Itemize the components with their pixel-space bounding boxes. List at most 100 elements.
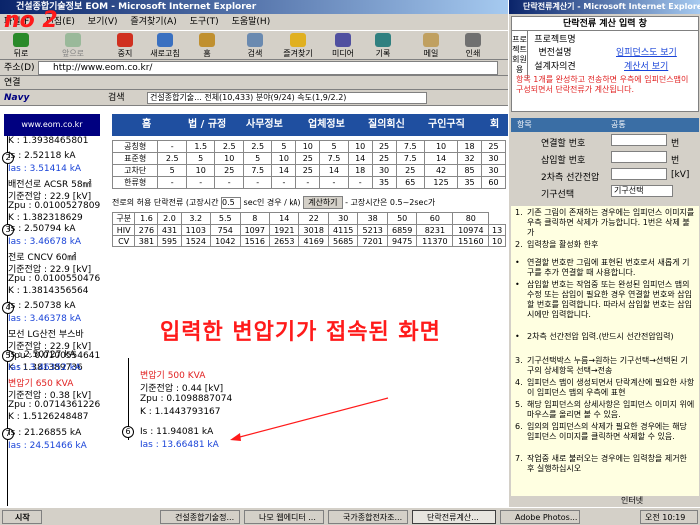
site-logo[interactable]: www.eom.co.kr — [4, 114, 100, 136]
breaker-table-cell: 10 — [295, 140, 321, 153]
favorites-button[interactable]: 즐겨찾기 — [276, 33, 320, 59]
ias-value: Ias : 3.51414 kA — [8, 164, 82, 174]
col-common: 공통 — [611, 120, 626, 129]
nav-more[interactable]: 회 — [490, 114, 499, 136]
task-item-photoshop[interactable]: Adobe Photos... — [500, 510, 580, 524]
fault-time-input[interactable]: 0.5 — [220, 196, 241, 209]
navy-logo[interactable]: Navy — [4, 93, 29, 103]
breaker-table-row: 공칭형 -1.5 2.5 2.5 5 10 5 10 25 7.5 10 18 25 — [111, 140, 506, 153]
breaker-table-cell: 고차단 — [111, 164, 159, 177]
cable-table-cell: 1516 — [239, 235, 271, 247]
cable-table-cell: 595 — [157, 235, 182, 247]
search-button[interactable]: 검색 — [238, 33, 272, 59]
back-button[interactable]: 뒤로 — [4, 33, 38, 59]
impedance-view-link[interactable]: 임피던스도 보기 — [616, 45, 677, 58]
task-item-eom[interactable]: 건설종합기술정... — [160, 510, 240, 524]
cable-table-cell: 22 — [298, 212, 329, 225]
history-icon — [375, 33, 391, 47]
breaker-table-cell: 7.5 — [395, 140, 426, 153]
main-window-title: 건설종합기술정보 EOM - Microsoft Internet Explor… — [0, 0, 508, 14]
star-icon — [290, 33, 306, 47]
cable-table-cell: 1103 — [180, 224, 212, 236]
cable-table-cell: 50 — [386, 212, 418, 225]
navy-toolbar: Navy 검색 건설종합기술... 전체(10,433) 분야(9/24) 속도… — [0, 90, 508, 106]
calculate-button[interactable]: 계산하기 — [303, 196, 343, 209]
task-item-calculator[interactable]: 단락전류계산... — [412, 510, 496, 524]
cable-table-cell: 60 — [416, 212, 454, 225]
refresh-button[interactable]: 새로고침 — [142, 33, 188, 59]
breaker-table-cell: 5 — [157, 164, 187, 177]
nav-law[interactable]: 법 / 규정 — [188, 114, 226, 136]
device-select[interactable]: 기구선택 — [611, 185, 673, 197]
is-value: Is : 11.94081 kA — [140, 427, 214, 437]
menu-view[interactable]: 보기(V) — [88, 17, 118, 27]
cable-table-cell: 5.5 — [210, 212, 241, 225]
cable-table-cell: 1097 — [239, 224, 271, 236]
annotation-no2: no 2 — [4, 8, 58, 33]
breaker-table-cell: - — [242, 176, 273, 189]
breaker-table-cell: 표준형 — [111, 152, 159, 165]
cable-table-cell: 8 — [239, 212, 271, 225]
breaker-table-cell: 10 — [214, 152, 244, 165]
connect-number-input[interactable] — [611, 134, 667, 146]
start-button[interactable]: 시작 — [2, 510, 42, 524]
toolbar: 뒤로 앞으로 중지 새로고침 홈 검색 즐겨찾기 미디어 기록 메일 인쇄 — [0, 30, 508, 60]
insert-number-input[interactable] — [611, 151, 667, 163]
breaker-table-cell: - — [157, 140, 187, 153]
breaker-table-cell: - — [157, 176, 187, 189]
stop-button[interactable]: 중지 — [108, 33, 142, 59]
address-input[interactable]: http://www.eom.co.kr/ — [38, 61, 498, 75]
breaker-table-cell: 5 — [242, 152, 273, 165]
k-value: K : 1.5126248487 — [8, 412, 89, 422]
home-icon — [199, 33, 215, 47]
breaker-table-cell: 7.5 — [242, 164, 273, 177]
navy-search-input[interactable]: 건설종합기술... 전체(10,433) 분야(9/24) 속도(1,9/2.2… — [147, 92, 427, 104]
media-icon — [335, 33, 351, 47]
history-button[interactable]: 기록 — [366, 33, 400, 59]
menu-favorites[interactable]: 즐겨찾기(A) — [130, 17, 176, 27]
cable-table-cell: 1921 — [268, 224, 300, 236]
menu-tools[interactable]: 도구(T) — [190, 17, 219, 27]
breaker-table-cell: 1.5 — [185, 140, 216, 153]
taskbar: 시작 건설종합기술정... 나모 웹에디터 ... 국가종합전자조... 단락전… — [0, 507, 700, 525]
popup-title: 단락전류계산기 - Microsoft Internet Explorer — [509, 0, 700, 14]
nav-office[interactable]: 사무정보 — [246, 114, 283, 136]
cable-table-cell: 431 — [157, 224, 182, 236]
navy-search-button[interactable]: 검색 — [108, 90, 125, 105]
nav-qa[interactable]: 질의회신 — [368, 114, 405, 136]
forward-button[interactable]: 앞으로 — [56, 33, 90, 59]
calc-label-2: sec인 경우 / ㎄) — [243, 198, 301, 207]
zpu-value: Zpu : 0.1098887074 — [140, 394, 233, 404]
cable-table-cell: 38 — [357, 212, 388, 225]
breaker-table-cell: - — [295, 176, 321, 189]
cable-table-row: CV 381 595 1524 1042 1516 2653 4169 5685 7201 9475… — [111, 235, 506, 247]
task-item-namo[interactable]: 나모 웹에디터 ... — [244, 510, 324, 524]
print-button[interactable]: 인쇄 — [456, 33, 490, 59]
home-button[interactable]: 홈 — [190, 33, 224, 59]
calc-report-link[interactable]: 계산서 보기 — [624, 59, 668, 72]
cable-table-cell: 9475 — [386, 235, 418, 247]
cable-table-cell: 1.6 — [134, 212, 159, 225]
help-step-5: 해당 임피던스의 상세사항은 임피던스 이미지 위에 마우스를 올리면 볼 수 … — [527, 400, 695, 419]
task-item-g2b[interactable]: 국가종합전자조... — [328, 510, 408, 524]
nav-jobs[interactable]: 구인구직 — [428, 114, 465, 136]
breaker-table-cell: 42 — [424, 164, 459, 177]
nav-home[interactable]: 홈 — [142, 114, 151, 136]
cable-table-cell: 276 — [134, 224, 159, 236]
cable-table-cell: 754 — [210, 224, 241, 236]
mail-button[interactable]: 메일 — [414, 33, 448, 59]
nav-company[interactable]: 업체정보 — [308, 114, 345, 136]
col-item: 항목 — [517, 120, 532, 129]
address-bar: 주소(D) http://www.eom.co.kr/ — [0, 60, 508, 76]
base-voltage: 기준전압 : 0.44 [kV] — [140, 384, 224, 394]
voltage-input[interactable] — [611, 168, 667, 180]
media-button[interactable]: 미디어 — [326, 33, 360, 59]
help-step-7: 작업중 새로 불러오는 경우에는 입력창을 제거한 후 실행하십시오 — [527, 454, 687, 473]
breaker-table-cell: 7.5 — [395, 152, 426, 165]
breaker-table-cell: - — [214, 176, 244, 189]
cable-table-cell: HIV — [111, 224, 136, 236]
breaker-table-cell: 32 — [457, 152, 483, 165]
menu-help[interactable]: 도움말(H) — [232, 17, 271, 27]
zpu-value: Zpu : 0.0100550476 — [8, 274, 101, 284]
site-nav: 홈 법 / 규정 사무정보 업체정보 질의회신 구인구직 회 — [112, 114, 508, 136]
